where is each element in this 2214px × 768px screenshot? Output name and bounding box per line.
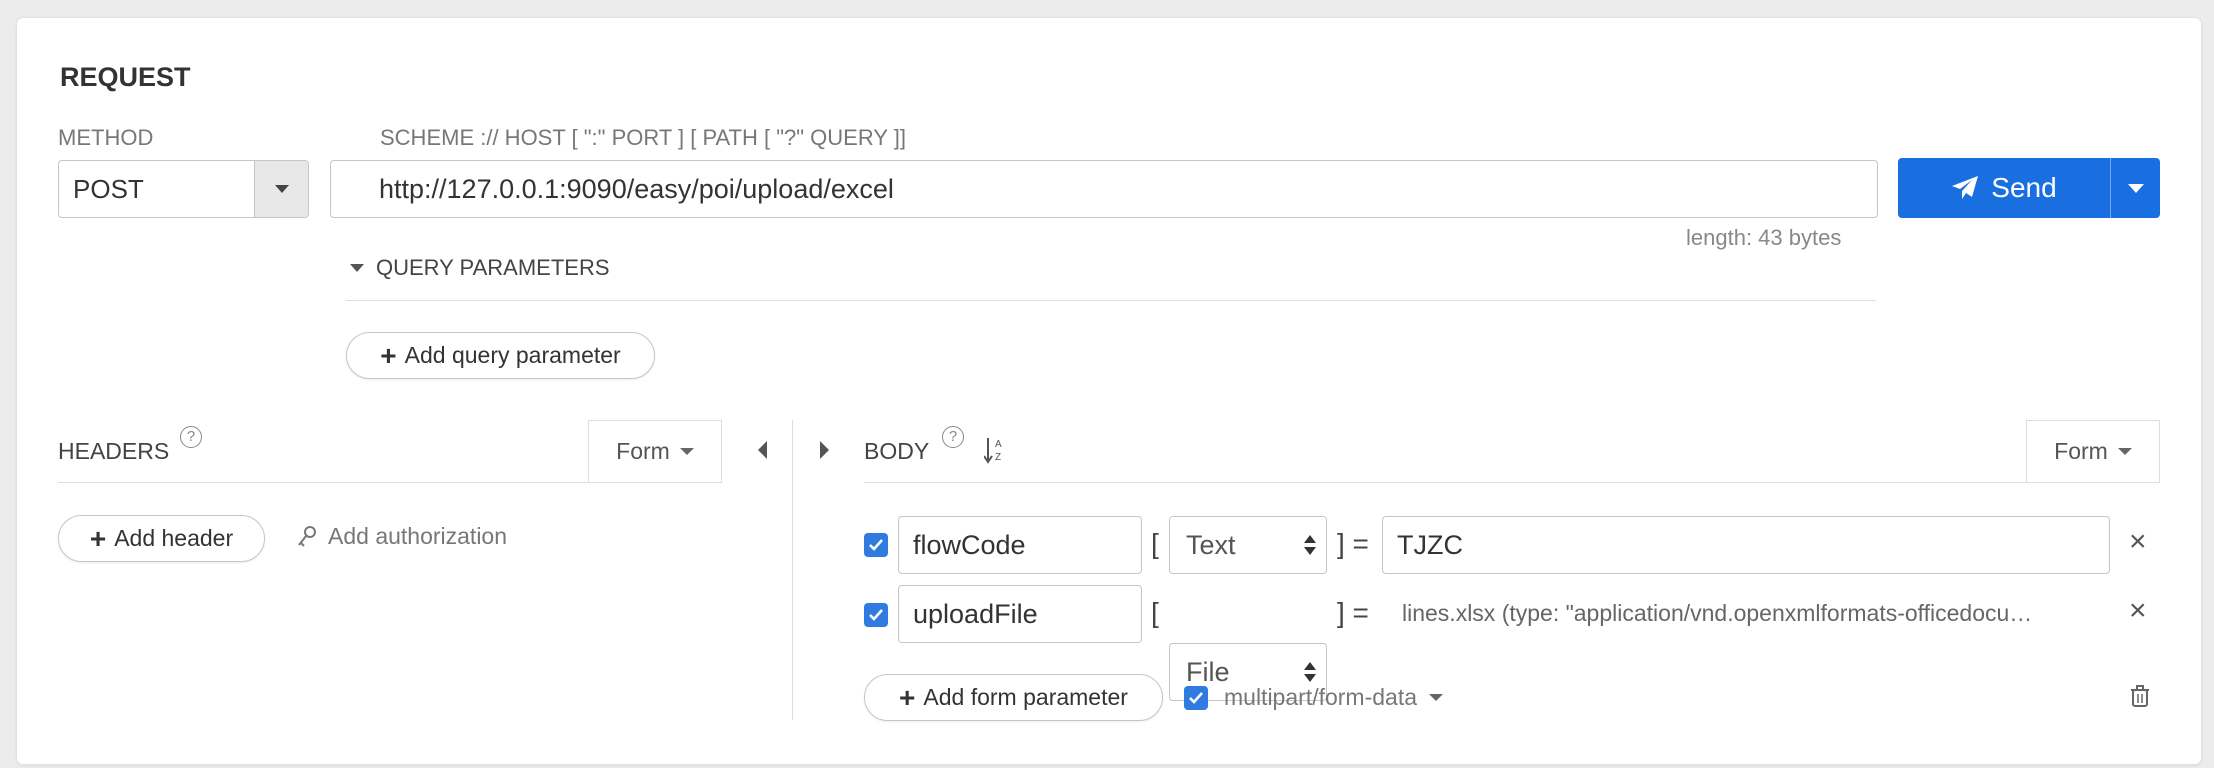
expand-right-icon[interactable] <box>820 441 829 459</box>
chevron-down-icon <box>679 448 694 455</box>
headers-mode-label: Form <box>616 438 670 464</box>
trash-icon[interactable] <box>2130 685 2150 712</box>
method-select[interactable]: POST <box>58 160 309 218</box>
body-divider <box>864 482 2160 483</box>
bracket-close-equals: ] = <box>1337 528 1369 559</box>
headers-divider <box>58 482 722 483</box>
section-splitter[interactable] <box>792 420 793 720</box>
updown-icon <box>1304 535 1316 555</box>
close-icon[interactable]: × <box>2129 525 2147 559</box>
check-icon <box>869 539 883 551</box>
file-value[interactable]: lines.xlsx (type: "application/vnd.openx… <box>1402 600 2102 627</box>
method-label: METHOD <box>58 125 154 150</box>
plus-icon: + <box>899 681 916 713</box>
add-query-parameter-label: Add query parameter <box>404 342 621 368</box>
paper-plane-icon <box>1952 176 1979 199</box>
bracket-close-equals: ] = <box>1337 597 1369 628</box>
query-parameters-label: QUERY PARAMETERS <box>376 255 610 280</box>
check-icon <box>1189 692 1203 704</box>
send-button[interactable]: Send <box>1898 158 2110 218</box>
param-name-input[interactable]: flowCode <box>898 516 1142 574</box>
query-divider <box>346 300 1876 301</box>
param-type-select[interactable]: Text <box>1169 516 1327 574</box>
plus-icon: + <box>89 522 107 554</box>
chevron-down-icon <box>1429 694 1444 701</box>
chevron-down-icon <box>2127 183 2144 193</box>
headers-label: HEADERS <box>58 438 170 464</box>
request-title: REQUEST <box>60 62 191 92</box>
add-form-parameter-button[interactable]: + Add form parameter <box>864 674 1163 721</box>
updown-icon <box>1304 662 1316 682</box>
check-icon <box>869 609 883 621</box>
chevron-down-icon <box>2117 448 2132 455</box>
param-type-value: Text <box>1186 530 1236 560</box>
bracket-open: [ <box>1151 528 1159 559</box>
method-value: POST <box>73 174 144 204</box>
body-label: BODY <box>864 438 930 464</box>
encoding-dropdown[interactable]: multipart/form-data <box>1224 684 1444 711</box>
param-value-input[interactable]: TJZC <box>1382 516 2110 574</box>
url-input[interactable]: http://127.0.0.1:9090/easy/poi/upload/ex… <box>330 160 1878 218</box>
scheme-label: SCHEME :// HOST [ ":" PORT ] [ PATH [ "?… <box>380 125 906 150</box>
body-mode-label: Form <box>2054 438 2108 464</box>
url-length: length: 43 bytes <box>1686 225 1842 250</box>
param-enabled-checkbox[interactable] <box>864 533 888 557</box>
chevron-down-icon <box>274 185 289 193</box>
collapse-left-icon[interactable] <box>758 441 767 459</box>
svg-text:Z: Z <box>995 452 1001 463</box>
headers-mode-dropdown[interactable]: Form <box>588 420 722 482</box>
add-authorization-label: Add authorization <box>328 523 508 549</box>
send-button-group: Send <box>1898 158 2160 218</box>
add-header-button[interactable]: + Add header <box>58 515 265 562</box>
encoding-checkbox[interactable] <box>1184 686 1208 710</box>
plus-icon: + <box>380 339 397 371</box>
request-panel <box>17 18 2201 764</box>
close-icon[interactable]: × <box>2129 594 2147 628</box>
key-icon <box>298 525 316 547</box>
param-type-value: File <box>1186 657 1230 687</box>
method-dropdown-toggle[interactable] <box>254 161 308 217</box>
send-label: Send <box>1991 172 2057 203</box>
help-icon[interactable]: ? <box>180 426 202 448</box>
param-enabled-checkbox[interactable] <box>864 603 888 627</box>
add-query-parameter-button[interactable]: + Add query parameter <box>346 332 655 379</box>
add-form-parameter-label: Add form parameter <box>923 684 1128 710</box>
send-options-toggle[interactable] <box>2110 158 2160 218</box>
sort-alpha-icon[interactable]: A Z <box>983 436 1006 466</box>
add-header-label: Add header <box>114 525 234 551</box>
encoding-value: multipart/form-data <box>1224 684 1418 710</box>
bracket-open: [ <box>1151 597 1159 628</box>
body-mode-dropdown[interactable]: Form <box>2026 420 2160 482</box>
caret-down-icon <box>350 264 364 272</box>
help-icon[interactable]: ? <box>942 426 964 448</box>
query-parameters-toggle[interactable]: QUERY PARAMETERS <box>350 255 610 281</box>
add-authorization-link[interactable]: Add authorization <box>296 523 507 550</box>
svg-text:A: A <box>995 439 1002 450</box>
param-name-input[interactable]: uploadFile <box>898 585 1142 643</box>
